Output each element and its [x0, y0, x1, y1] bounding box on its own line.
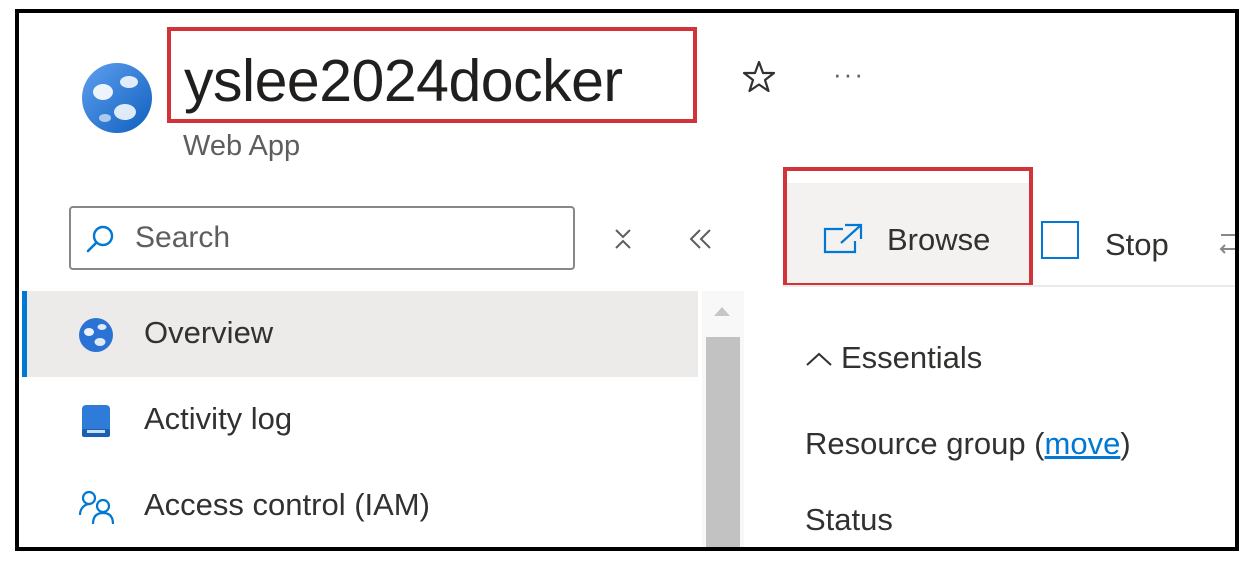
move-link[interactable]: move	[1045, 426, 1121, 461]
toolbar-divider	[783, 285, 1235, 287]
scrollbar-thumb[interactable]	[706, 337, 740, 547]
search-box[interactable]	[69, 206, 575, 270]
activity-log-icon	[82, 405, 110, 437]
sidebar-item-access-control[interactable]: Access control (IAM)	[22, 463, 698, 547]
globe-icon	[79, 318, 113, 352]
sidebar-item-activity-log[interactable]: Activity log	[22, 377, 698, 463]
scroll-up-arrow-icon[interactable]	[714, 307, 730, 316]
title-highlight-box	[167, 27, 697, 123]
sidebar-item-overview[interactable]: Overview	[22, 291, 698, 377]
favorite-star-icon[interactable]	[741, 59, 777, 95]
stop-icon	[1041, 221, 1079, 259]
sidebar-scrollbar[interactable]	[702, 291, 744, 547]
search-icon	[86, 225, 114, 253]
collapse-sidebar-icon[interactable]	[687, 225, 715, 253]
stop-button[interactable]: Stop	[1041, 219, 1201, 269]
people-icon	[78, 490, 114, 525]
screenshot-frame: yslee2024docker ··· Web App Browse Stop	[15, 9, 1239, 551]
status-field-label: Status	[805, 502, 893, 537]
sidebar-nav: Overview Activity log Access control (IA…	[22, 291, 744, 547]
sidebar-item-label: Overview	[144, 315, 274, 350]
resource-group-close: )	[1120, 426, 1131, 461]
browse-highlight-box	[783, 167, 1033, 287]
chevron-up-icon	[806, 352, 832, 366]
swap-icon[interactable]	[1215, 225, 1235, 259]
stop-label: Stop	[1105, 227, 1169, 262]
sidebar-item-label: Activity log	[144, 401, 293, 436]
web-app-globe-icon	[82, 63, 152, 133]
clear-search-icon[interactable]	[611, 225, 635, 253]
more-options-button[interactable]: ···	[833, 59, 865, 89]
resource-type-label: Web App	[183, 130, 301, 162]
essentials-label: Essentials	[841, 340, 983, 375]
resource-group-label: Resource group (	[805, 426, 1045, 461]
sidebar-item-label: Access control (IAM)	[144, 487, 430, 522]
search-input[interactable]	[135, 218, 565, 258]
resource-group-field: Resource group (move)	[805, 425, 1131, 463]
